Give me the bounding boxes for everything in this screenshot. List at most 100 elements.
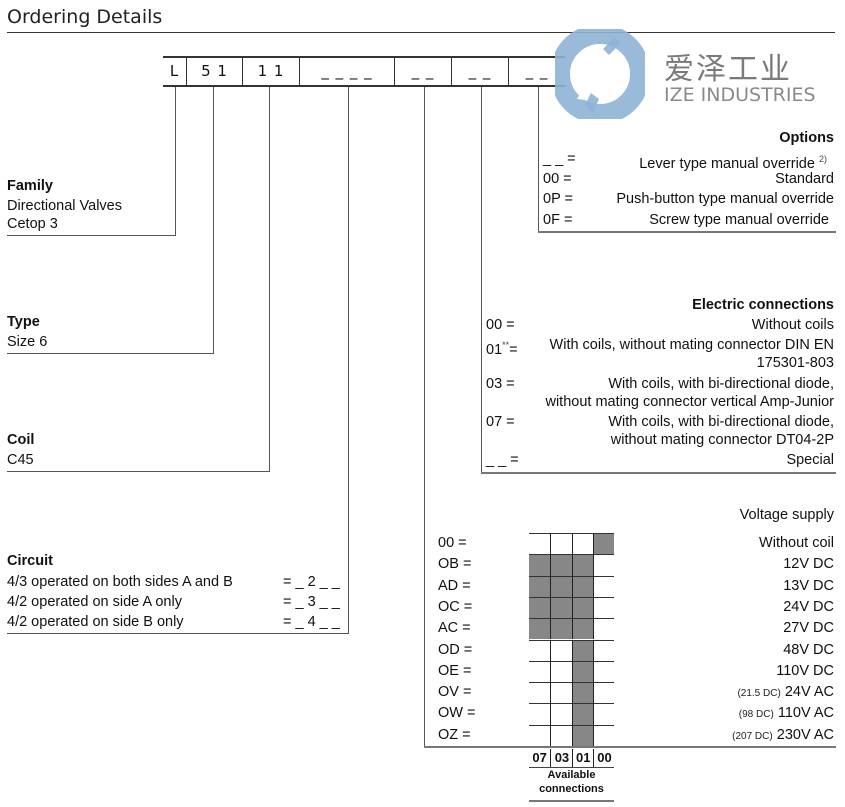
options-row-label: Screw type manual override: [649, 212, 829, 228]
voltage-row-label: 13V DC: [783, 577, 834, 595]
connection-column-header: 00: [592, 749, 615, 767]
electric-row-code: 00 =: [486, 317, 515, 333]
electric-row-code: _ _ =: [486, 452, 519, 468]
code-segment: 5 1: [186, 58, 242, 85]
type-line: Size 6: [7, 334, 48, 350]
circuit-row-label: 4/2 operated on side A only: [7, 594, 182, 610]
voltage-row-code: OV =: [438, 684, 472, 701]
availability-cell-empty: [550, 703, 572, 725]
circuit-underline: [7, 633, 349, 634]
page-title: Ordering Details: [7, 6, 163, 28]
voltage-row-code: OC =: [438, 598, 473, 615]
availability-cell-empty: [592, 575, 615, 597]
availability-cell-filled: [529, 554, 551, 576]
connection-column-header: 01: [571, 749, 594, 767]
voltage-row-code: OD =: [438, 641, 473, 658]
availability-cell-empty: [529, 703, 551, 724]
availability-cell-filled: [550, 596, 572, 619]
family-underline: [7, 235, 176, 236]
dc-equivalent-note: (98 DC): [738, 709, 774, 721]
circuit-row-code: = _ 4 _ _: [283, 614, 340, 630]
availability-cell-filled: [571, 596, 593, 619]
availability-cell-empty: [592, 596, 615, 619]
footer-rule: [529, 800, 614, 802]
voltage-row-label: (98 DC) 110V AC: [739, 704, 834, 724]
leader-line-family: [175, 87, 176, 235]
availability-cell-filled: [571, 660, 593, 683]
options-row-label: Push-button type manual override: [616, 191, 834, 207]
electric-row-label: With coils, without mating connector DIN…: [549, 337, 834, 353]
leader-line-type: [213, 87, 214, 353]
electric-row-code: 03 =: [486, 376, 515, 392]
voltage-value: 27V DC: [783, 620, 834, 637]
availability-cell-filled: [550, 618, 572, 640]
availability-cell-empty: [529, 533, 551, 554]
availability-cell-filled: [550, 554, 572, 576]
voltage-row-label: Without coil: [759, 534, 834, 552]
coil-heading: Coil: [7, 432, 35, 448]
voltage-value: 24V DC: [783, 598, 834, 615]
type-underline: [7, 353, 214, 354]
voltage-value: 12V DC: [783, 556, 834, 573]
electric-row-code: 07 =: [486, 414, 515, 430]
voltage-row-code: OZ =: [438, 726, 471, 743]
connection-column-header: 03: [550, 749, 572, 767]
options-row-code: 00 =: [543, 171, 572, 187]
availability-cell-filled: [571, 682, 593, 704]
order-code-box: L 5 1 1 1 _ _ _ _ _ _ _ _ _ _: [163, 56, 565, 87]
electric-row-label: Without coils: [751, 317, 834, 333]
availability-cell-empty: [529, 660, 551, 682]
availability-cell-empty: [550, 682, 572, 704]
availability-cell-empty: [529, 724, 551, 746]
electric-code-text: 01: [486, 341, 503, 358]
leader-line-circuit: [348, 87, 349, 633]
availability-cell-empty: [529, 639, 551, 661]
electric-row-label: without mating connector vertical Amp-Ju…: [545, 394, 834, 410]
options-row-label: Standard: [775, 171, 834, 187]
options-row-code: 0F =: [543, 212, 573, 228]
availability-cell-filled: [529, 618, 551, 640]
voltage-row-code: 00 =: [438, 535, 467, 551]
code-segment: _ _: [394, 58, 451, 85]
available-label: connections: [539, 783, 604, 795]
voltage-underline: [424, 746, 836, 748]
availability-cell-filled: [571, 703, 593, 725]
availability-cell-empty: [550, 660, 572, 683]
voltage-value: Without coil: [759, 535, 834, 551]
watermark-english: IZE INDUSTRIES: [664, 84, 816, 106]
dc-equivalent-note: (21.5 DC): [737, 688, 781, 700]
availability-cell-empty: [592, 703, 615, 725]
code-segment: L: [169, 62, 180, 80]
voltage-row-label: 12V DC: [783, 555, 834, 573]
voltage-heading: Voltage supply: [739, 507, 834, 523]
options-row-code: 0P =: [543, 191, 573, 207]
options-underline: [538, 231, 836, 233]
voltage-row-code: AD =: [438, 577, 471, 594]
circuit-heading: Circuit: [7, 553, 53, 569]
code-segment: 1 1: [242, 58, 299, 85]
title-rule: [7, 32, 835, 33]
voltage-value: 48V DC: [783, 641, 834, 658]
electric-heading: Electric connections: [692, 297, 834, 313]
availability-cell-filled: [571, 724, 593, 746]
electric-underline: [481, 472, 836, 474]
voltage-row-label: 27V DC: [783, 619, 834, 637]
voltage-row-code: OW =: [438, 705, 476, 722]
electric-code-suffix: =: [509, 341, 518, 358]
family-line: Cetop 3: [7, 216, 58, 232]
electric-row-label: without mating connector DT04-2P: [610, 432, 834, 448]
electric-row-label: With coils, with bi-directional diode,: [608, 414, 834, 430]
ize-logo-icon: [550, 24, 650, 124]
voltage-row-code: OE =: [438, 662, 472, 679]
circuit-row-label: 4/3 operated on both sides A and B: [7, 574, 233, 590]
electric-row-label: Special: [786, 452, 834, 468]
availability-cell-empty: [550, 639, 572, 661]
availability-cell-filled: [550, 575, 572, 597]
voltage-row-label: (21.5 DC) 24V AC: [737, 683, 834, 703]
options-heading: Options: [779, 130, 834, 146]
leader-line-options: [538, 87, 539, 231]
voltage-row-label: 110V DC: [776, 662, 834, 680]
circuit-row-code: = _ 3 _ _: [283, 594, 340, 610]
availability-cell-empty: [592, 639, 615, 661]
family-heading: Family: [7, 178, 53, 194]
